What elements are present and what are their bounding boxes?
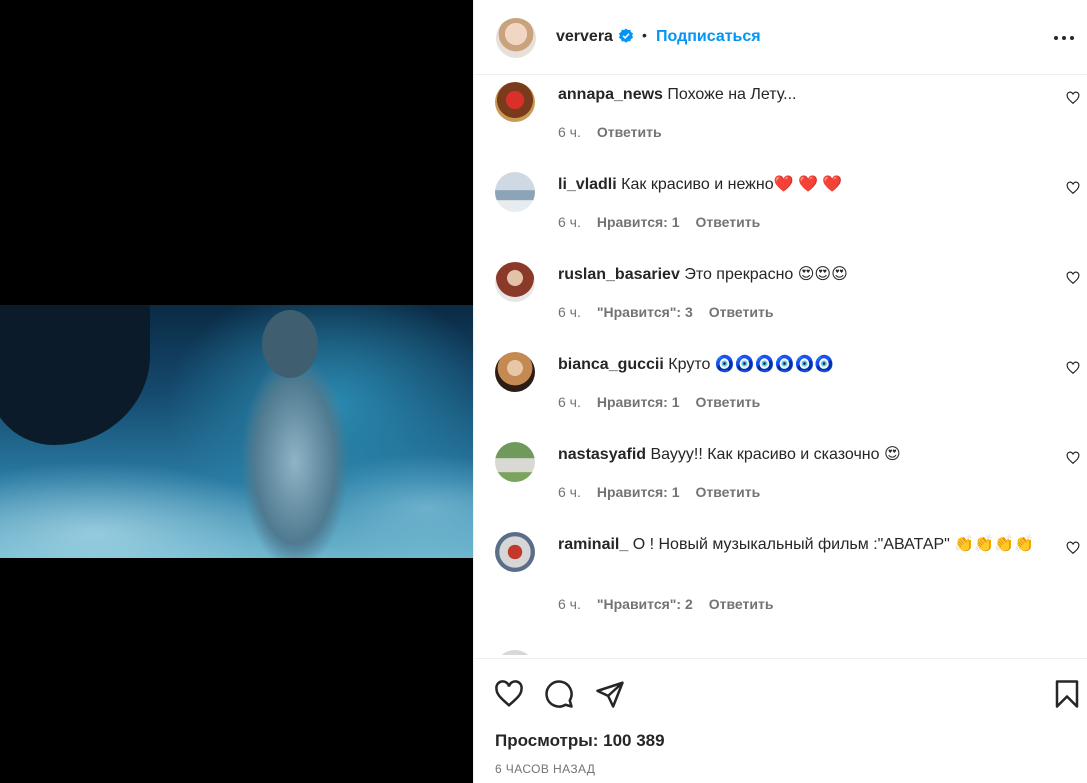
comment-text: Это прекрасно 😍😍😍 <box>684 266 848 283</box>
comment-time[interactable]: 6 ч. <box>558 124 581 140</box>
video-player[interactable] <box>0 305 473 558</box>
comment-likes[interactable]: Нравится: 1 <box>597 394 680 410</box>
comment-meta: 6 ч. Ответить <box>558 124 678 140</box>
comment-time[interactable]: 6 ч. <box>558 214 581 230</box>
comment-body: bianca_guccii Круто 🧿🧿🧿🧿🧿🧿 <box>558 353 1053 377</box>
comment-body: ruslan_basariev Это прекрасно 😍😍😍 <box>558 263 1053 287</box>
commenter-avatar[interactable] <box>495 262 535 302</box>
comment-body: annapa_news Похоже на Лету... <box>558 83 1053 107</box>
comment-text: О ! Новый музыкальный фильм :"АВАТАР" 👏👏… <box>632 536 1034 553</box>
heart-icon[interactable] <box>494 679 524 709</box>
comment-likes[interactable]: Нравится: 1 <box>597 484 680 500</box>
post-header: ververa • Подписаться <box>474 0 1087 75</box>
heart-icon[interactable] <box>1066 361 1080 375</box>
comment-username[interactable]: bianca_guccii <box>558 356 664 373</box>
view-count[interactable]: Просмотры: 100 389 <box>495 731 665 751</box>
comment-likes[interactable]: "Нравится": 3 <box>597 304 693 320</box>
commenter-avatar[interactable] <box>495 650 535 655</box>
more-options-icon[interactable] <box>1052 28 1076 48</box>
comment-username[interactable]: raminail_ <box>558 536 628 553</box>
comment-likes[interactable]: "Нравится": 2 <box>597 596 693 612</box>
post-media <box>0 0 473 783</box>
reply-button[interactable]: Ответить <box>696 484 761 500</box>
comment-username[interactable]: annapa_news <box>558 86 663 103</box>
post-actions: Просмотры: 100 389 6 ЧАСОВ НАЗАД <box>474 658 1087 783</box>
comment-meta: 6 ч. "Нравится": 2 Ответить <box>558 596 789 612</box>
comment-username[interactable]: nastasyafid <box>558 446 646 463</box>
comment-meta: 6 ч. Нравится: 1 Ответить <box>558 394 776 410</box>
video-frame-scenery <box>0 305 150 445</box>
comment-username[interactable]: ruslan_basariev <box>558 266 680 283</box>
commenter-avatar[interactable] <box>495 532 535 572</box>
commenter-avatar[interactable] <box>495 172 535 212</box>
comment-text: Как красиво и нежно❤️ ❤️ ❤️ <box>621 176 843 193</box>
comment-text: Похоже на Лету... <box>667 86 797 103</box>
comment-text: Вауyy!! Как красиво и сказочно 😍 <box>650 446 901 463</box>
comment-text: Круто 🧿🧿🧿🧿🧿🧿 <box>668 356 835 373</box>
follow-button[interactable]: Подписаться <box>656 28 761 46</box>
comment-time[interactable]: 6 ч. <box>558 484 581 500</box>
comments-list[interactable]: annapa_news Похоже на Лету... 6 ч. Ответи… <box>474 75 1087 655</box>
commenter-avatar[interactable] <box>495 352 535 392</box>
separator-dot: • <box>642 27 647 43</box>
commenter-avatar[interactable] <box>495 82 535 122</box>
heart-icon[interactable] <box>1066 451 1080 465</box>
comment-likes[interactable]: Нравится: 1 <box>597 214 680 230</box>
heart-icon[interactable] <box>1066 91 1080 105</box>
heart-icon[interactable] <box>1066 181 1080 195</box>
comment-body: li_vladli Как красиво и нежно❤️ ❤️ ❤️ <box>558 173 1053 197</box>
comment-icon[interactable] <box>544 679 574 709</box>
video-frame-head <box>262 310 318 378</box>
reply-button[interactable]: Ответить <box>696 214 761 230</box>
verified-badge-icon <box>619 28 633 43</box>
post-timestamp[interactable]: 6 ЧАСОВ НАЗАД <box>495 762 595 776</box>
comment-username[interactable]: li_vladli <box>558 176 617 193</box>
commenter-avatar[interactable] <box>495 442 535 482</box>
share-icon[interactable] <box>595 679 625 709</box>
comment-time[interactable]: 6 ч. <box>558 304 581 320</box>
bookmark-icon[interactable] <box>1052 679 1082 709</box>
comment-meta: 6 ч. Нравится: 1 Ответить <box>558 214 776 230</box>
author-username[interactable]: ververa <box>556 28 613 46</box>
comment-time[interactable]: 6 ч. <box>558 394 581 410</box>
reply-button[interactable]: Ответить <box>709 596 774 612</box>
heart-icon[interactable] <box>1066 541 1080 555</box>
comment-body: raminail_ О ! Новый музыкальный фильм :"… <box>558 533 1053 557</box>
reply-button[interactable]: Ответить <box>696 394 761 410</box>
author-avatar[interactable] <box>496 18 536 58</box>
reply-button[interactable]: Ответить <box>597 124 662 140</box>
reply-button[interactable]: Ответить <box>709 304 774 320</box>
comment-meta: 6 ч. Нравится: 1 Ответить <box>558 484 776 500</box>
comment-time[interactable]: 6 ч. <box>558 596 581 612</box>
heart-icon[interactable] <box>1066 271 1080 285</box>
comment-body: nastasyafid Вауyy!! Как красиво и сказоч… <box>558 443 1053 467</box>
post-panel: ververa • Подписаться annapa_news Похоже… <box>473 0 1087 783</box>
comment-meta: 6 ч. "Нравится": 3 Ответить <box>558 304 789 320</box>
